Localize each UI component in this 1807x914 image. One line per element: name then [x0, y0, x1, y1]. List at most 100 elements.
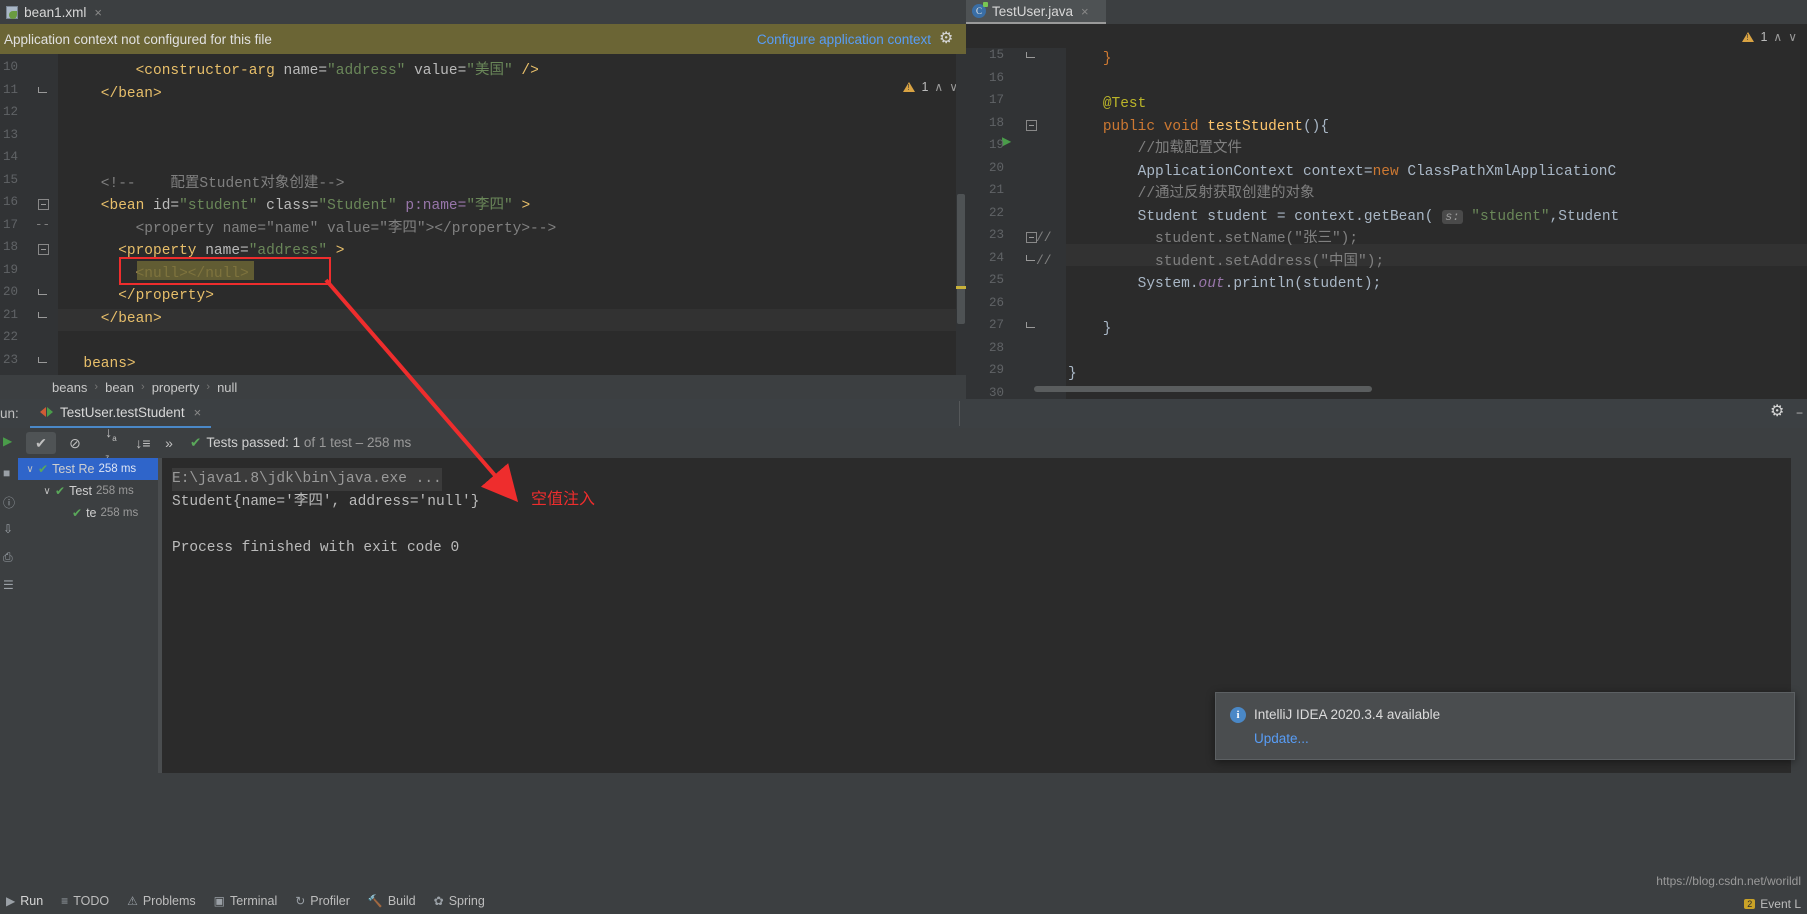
console-command-line: E:\java1.8\jdk\bin\java.exe ...: [172, 468, 442, 491]
code-line[interactable]: </bean>: [58, 83, 966, 106]
test-tree-row[interactable]: ✔ te 258 ms: [18, 502, 158, 524]
tool-window-button-profiler[interactable]: ↻ Profiler: [295, 894, 350, 908]
console-exit-line: Process finished with exit code 0: [172, 540, 460, 556]
intention-bulb-icon[interactable]: [1006, 248, 1019, 261]
fold-end-icon[interactable]: [38, 356, 49, 368]
notification-update-link[interactable]: Update...: [1254, 731, 1309, 746]
code-line[interactable]: beans>: [58, 353, 966, 376]
fold-end-icon[interactable]: [38, 311, 49, 323]
close-icon[interactable]: ×: [1081, 4, 1089, 19]
run-configuration-tab[interactable]: TestUser.testStudent ×: [30, 399, 212, 428]
breadcrumb-item-bean[interactable]: bean: [105, 380, 134, 395]
gear-icon[interactable]: [939, 28, 954, 48]
code-line[interactable]: Student student = context.getBean( s: "s…: [1066, 206, 1620, 229]
code-line[interactable]: //加载配置文件: [1066, 138, 1242, 161]
xml-warning-marker[interactable]: [956, 286, 966, 289]
breadcrumb-separator: ›: [141, 381, 145, 393]
code-line[interactable]: <property name="address" >: [58, 240, 966, 263]
chevron-down-icon[interactable]: ∨: [1788, 30, 1797, 44]
info-icon[interactable]: ⓘ: [3, 494, 15, 511]
configure-application-context-link[interactable]: Configure application context: [757, 32, 931, 47]
fold-open-icon[interactable]: [1026, 119, 1037, 131]
fold-end-icon[interactable]: [38, 289, 49, 300]
filter-icon[interactable]: ☰: [3, 578, 14, 592]
close-icon[interactable]: ×: [94, 5, 102, 20]
test-tree-row[interactable]: ∨ ✔ Test 258 ms: [18, 480, 158, 502]
xml-gutter[interactable]: 10 11 12 13 14 15 16 17 18 19 20 21 22 23 --: [0, 54, 58, 399]
breadcrumb-item-beans[interactable]: beans: [52, 380, 87, 395]
code-line[interactable]: }: [1066, 318, 1112, 341]
line-number: 20: [988, 160, 1004, 175]
sort-alphabetically-button[interactable]: ↓az: [96, 424, 126, 462]
breadcrumb[interactable]: beans › bean › property › null: [0, 375, 966, 399]
code-line[interactable]: System.out.println(student);: [1066, 273, 1382, 296]
fold-end-icon[interactable]: [1026, 322, 1037, 333]
code-line[interactable]: student.setAddress("中国");: [1066, 251, 1384, 274]
breadcrumb-item-null[interactable]: null: [217, 380, 237, 395]
code-line[interactable]: <constructor-arg name="address" value="美…: [58, 60, 966, 83]
close-icon[interactable]: ×: [194, 405, 202, 420]
test-tree-row[interactable]: ∨ ✔ Test Re 258 ms: [18, 458, 158, 480]
breadcrumb-item-property[interactable]: property: [152, 380, 200, 395]
code-line[interactable]: }: [1066, 48, 1112, 71]
gear-icon[interactable]: [1770, 401, 1785, 421]
xml-code-area[interactable]: <constructor-arg name="address" value="美…: [58, 54, 966, 399]
code-line[interactable]: @Test: [1066, 93, 1147, 116]
line-number: 13: [2, 127, 18, 142]
collapse-icon[interactable]: −: [1796, 406, 1803, 420]
code-line[interactable]: <!-- 配置Student对象创建-->: [58, 173, 966, 196]
more-options-button[interactable]: »: [154, 432, 184, 454]
run-side-strip: ▶ ■ ⓘ ⇩ ⎙ ☰: [0, 428, 18, 773]
code-line[interactable]: </bean>: [58, 308, 966, 331]
tool-window-button-terminal[interactable]: ▣ Terminal: [214, 894, 278, 908]
hide-ignored-button[interactable]: ⊘: [60, 432, 90, 454]
chevron-down-icon[interactable]: ∨: [41, 486, 53, 497]
tool-window-button-problems[interactable]: ⚠ Problems: [127, 894, 196, 908]
code-line[interactable]: ApplicationContext context=new ClassPath…: [1066, 161, 1617, 184]
code-line[interactable]: <property name="name" value="李四"></prope…: [58, 218, 966, 241]
fold-open-icon[interactable]: [38, 199, 49, 210]
line-number: 15: [2, 172, 18, 187]
code-line[interactable]: <bean id="student" class="Student" p:nam…: [58, 195, 966, 218]
tool-window-button-run[interactable]: ▶ Run: [6, 894, 43, 908]
code-line[interactable]: public void testStudent(){: [1066, 116, 1329, 139]
java-gutter[interactable]: ▶ 15 16 17 18 19 20 21 22 23 24 25 26 27 28 29 30////: [966, 48, 1066, 400]
tool-window-button-todo[interactable]: ≡ TODO: [61, 894, 109, 908]
run-icon: ▶: [6, 894, 16, 908]
chevrons-right-icon: »: [165, 435, 173, 451]
fold-end-icon[interactable]: [1026, 52, 1037, 63]
test-duration: 258 ms: [98, 463, 137, 475]
event-log-status[interactable]: 2 Event L: [1744, 897, 1801, 911]
export-icon[interactable]: ⇩: [3, 522, 13, 536]
line-number: 29: [988, 363, 1004, 377]
tool-window-button-build[interactable]: 🔨 Build: [368, 894, 416, 908]
code-line[interactable]: </property>: [58, 285, 966, 308]
code-line[interactable]: }: [1066, 363, 1077, 386]
tab-testuser-java[interactable]: C TestUser.java ×: [966, 0, 1106, 24]
test-results-tree[interactable]: ∨ ✔ Test Re 258 ms ∨ ✔ Test 258 ms ✔ te 258 ms: [18, 458, 158, 773]
java-horizontal-scrollbar[interactable]: [1034, 386, 1372, 392]
tool-window-button-spring[interactable]: ✿ Spring: [434, 894, 485, 908]
notification-balloon[interactable]: i IntelliJ IDEA 2020.3.4 available Updat…: [1215, 692, 1795, 760]
tab-bean1-xml[interactable]: bean1.xml ×: [0, 0, 110, 24]
stop-icon[interactable]: ■: [3, 466, 10, 480]
comment-marker: //: [1036, 230, 1052, 245]
test-duration: 258 ms: [100, 507, 139, 519]
xml-scrollbar-thumb[interactable]: [957, 194, 965, 324]
sort-alpha-icon: ↓az: [105, 424, 117, 462]
java-code-area[interactable]: } @Test public void testStudent(){ //加载配…: [1066, 48, 1807, 399]
status-of-text: of 1 test – 258 ms: [303, 435, 412, 450]
show-passed-button[interactable]: ✔: [26, 432, 56, 454]
code-line[interactable]: student.setName("张三");: [1066, 228, 1358, 251]
rerun-icon[interactable]: ▶: [3, 434, 12, 448]
chevron-down-icon[interactable]: ∨: [24, 464, 36, 475]
code-line[interactable]: //通过反射获取创建的对象: [1066, 183, 1315, 206]
java-inspection-widget[interactable]: 1 ∧ ∨: [1742, 30, 1797, 44]
profiler-icon: ↻: [295, 894, 306, 908]
fold-end-icon[interactable]: [38, 86, 49, 98]
print-icon[interactable]: ⎙: [3, 550, 13, 565]
chevron-up-icon[interactable]: ∧: [1773, 30, 1782, 44]
xml-marker-stripe[interactable]: [956, 54, 966, 399]
fold-open-icon[interactable]: [38, 244, 49, 255]
